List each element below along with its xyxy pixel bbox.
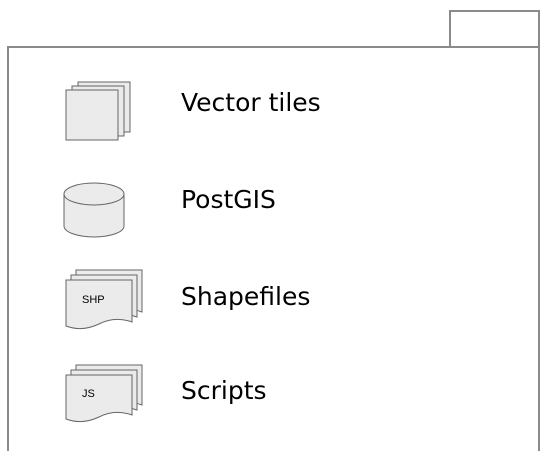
database-cylinder-icon [63, 182, 125, 238]
scripts-label: Scripts [181, 376, 267, 405]
shp-icon-label: SHP [82, 294, 105, 306]
multi-document-icon [65, 364, 143, 423]
postgis-label: PostGIS [181, 185, 276, 214]
js-icon-label: JS [82, 388, 95, 400]
package-tab [449, 10, 540, 48]
stacked-pages-icon [65, 81, 131, 141]
shapefiles-label: Shapefiles [181, 282, 311, 311]
vector-tiles-label: Vector tiles [181, 88, 321, 117]
diagram-canvas: SHP JS [7, 10, 540, 451]
